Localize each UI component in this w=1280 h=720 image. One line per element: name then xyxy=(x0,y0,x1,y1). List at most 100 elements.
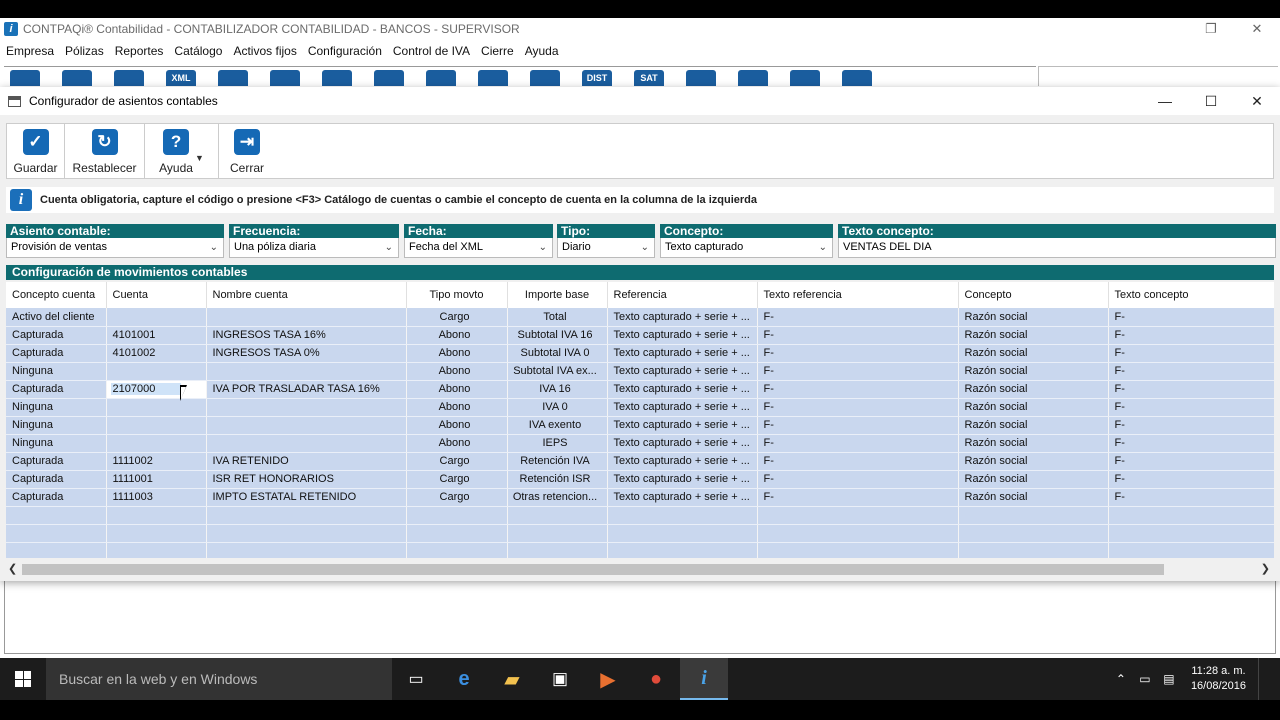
table-cell[interactable]: Ninguna xyxy=(6,398,107,417)
table-cell[interactable]: Abono xyxy=(406,434,508,453)
menu-control-de-iva[interactable]: Control de IVA xyxy=(393,44,476,58)
contpaqi-taskbar-icon[interactable]: i xyxy=(680,658,728,700)
table-cell[interactable]: F- xyxy=(757,416,959,435)
table-row[interactable]: Ninguna Abono IEPS Texto capturado + serie … xyxy=(6,434,1274,453)
table-cell[interactable]: Retención ISR xyxy=(507,470,608,489)
task-view-icon[interactable]: ▭ xyxy=(392,658,440,700)
taskbar-search[interactable]: Buscar en la web y en Windows xyxy=(46,658,392,700)
table-cell[interactable]: Total xyxy=(507,308,608,327)
table-cell[interactable]: Texto capturado + serie + ... xyxy=(607,380,758,399)
table-cell[interactable]: Texto capturado + serie + ... xyxy=(607,470,758,489)
table-cell[interactable]: Cargo xyxy=(406,470,508,489)
table-cell[interactable]: F- xyxy=(757,362,959,381)
table-cell[interactable]: F- xyxy=(1108,470,1274,489)
table-cell[interactable]: F- xyxy=(757,308,959,327)
table-cell[interactable]: IVA RETENIDO xyxy=(206,452,407,471)
table-cell[interactable]: F- xyxy=(757,434,959,453)
maximize-button[interactable]: ☐ xyxy=(1188,93,1234,110)
table-cell[interactable]: Texto capturado + serie + ... xyxy=(607,398,758,417)
edge-icon[interactable]: e xyxy=(440,658,488,700)
table-cell[interactable]: Otras retencion... xyxy=(507,488,608,507)
asiento-select[interactable]: Provisión de ventas ⌄ xyxy=(6,238,224,258)
cerrar-button[interactable]: ⇥ Cerrar xyxy=(219,124,275,178)
table-cell[interactable]: Texto capturado + serie + ... xyxy=(607,326,758,345)
column-header[interactable]: Texto concepto xyxy=(1108,282,1274,308)
guardar-button[interactable]: ✓ Guardar xyxy=(7,124,65,178)
table-cell[interactable]: F- xyxy=(757,398,959,417)
table-cell[interactable]: Cargo xyxy=(406,452,508,471)
table-cell[interactable] xyxy=(757,524,959,543)
home-icon[interactable] xyxy=(10,70,40,86)
chevron-down-icon[interactable]: ▼ xyxy=(195,153,204,163)
table-cell[interactable]: ISR RET HONORARIOS xyxy=(206,470,407,489)
table-cell[interactable]: Abono xyxy=(406,344,508,363)
table-cell[interactable]: Ninguna xyxy=(6,362,107,381)
table-cell[interactable]: F- xyxy=(1108,434,1274,453)
table-cell[interactable] xyxy=(406,542,508,558)
store-icon[interactable]: ▣ xyxy=(536,658,584,700)
frecuencia-select[interactable]: Una póliza diaria ⌄ xyxy=(229,238,399,258)
table-row[interactable]: Capturada 4101001 INGRESOS TASA 16% Abono Su… xyxy=(6,326,1274,345)
menu-configuraci-n[interactable]: Configuración xyxy=(308,44,388,58)
table-cell[interactable]: Razón social xyxy=(958,380,1109,399)
notifications-icon[interactable]: ▤ xyxy=(1157,672,1181,686)
table-cell[interactable]: Texto capturado + serie + ... xyxy=(607,488,758,507)
table-cell[interactable]: Ninguna xyxy=(6,434,107,453)
table-cell[interactable]: F- xyxy=(1108,344,1274,363)
table-cell[interactable] xyxy=(507,524,608,543)
table-cell[interactable] xyxy=(958,506,1109,525)
battery-icon[interactable]: ▭ xyxy=(1133,672,1157,686)
chevron-up-icon[interactable]: ⌃ xyxy=(1109,672,1133,686)
table-cell[interactable] xyxy=(6,506,107,525)
table-cell[interactable] xyxy=(507,506,608,525)
table-cell[interactable]: Texto capturado + serie + ... xyxy=(607,362,758,381)
table-cell[interactable] xyxy=(206,506,407,525)
table-cell[interactable]: F- xyxy=(1108,488,1274,507)
table-cell[interactable] xyxy=(607,506,758,525)
scrollbar-thumb[interactable] xyxy=(22,564,1164,575)
form-icon[interactable] xyxy=(270,70,300,86)
table-cell[interactable] xyxy=(106,434,207,453)
column-header[interactable]: Nombre cuenta xyxy=(206,282,407,308)
column-header[interactable]: Concepto xyxy=(958,282,1109,308)
export-icon[interactable] xyxy=(738,70,768,86)
tipo-select[interactable]: Diario ⌄ xyxy=(557,238,655,258)
table-cell[interactable] xyxy=(757,542,959,558)
empty-row[interactable] xyxy=(6,524,1274,543)
horizontal-scrollbar[interactable]: ❮ ❯ xyxy=(6,561,1274,577)
table-cell[interactable]: Capturada xyxy=(6,470,107,489)
table-cell[interactable] xyxy=(6,524,107,543)
table-cell[interactable]: Abono xyxy=(406,416,508,435)
table-cell[interactable] xyxy=(106,506,207,525)
table-cell[interactable]: Subtotal IVA ex... xyxy=(507,362,608,381)
file-explorer-icon[interactable]: ▰ xyxy=(488,658,536,700)
table-cell[interactable]: Razón social xyxy=(958,452,1109,471)
table-cell[interactable] xyxy=(106,308,207,327)
table-cell[interactable]: Abono xyxy=(406,380,508,399)
table-cell[interactable]: 1111002 xyxy=(106,452,207,471)
print-icon[interactable] xyxy=(478,70,508,86)
table-cell[interactable]: Capturada xyxy=(6,452,107,471)
table-cell[interactable] xyxy=(6,542,107,558)
restablecer-button[interactable]: ↻ Restablecer xyxy=(65,124,145,178)
table-cell[interactable]: F- xyxy=(757,344,959,363)
table-row[interactable]: Ninguna Abono IVA 0 Texto capturado + serie… xyxy=(6,398,1274,417)
table-cell[interactable] xyxy=(106,416,207,435)
table-row[interactable]: Capturada 2107000 IVA POR TRASLADAR TASA 1… xyxy=(6,380,1274,399)
table-cell[interactable]: IVA exento xyxy=(507,416,608,435)
table-cell[interactable] xyxy=(206,416,407,435)
concepto-select[interactable]: Texto capturado ⌄ xyxy=(660,238,833,258)
table-cell[interactable] xyxy=(1108,506,1274,525)
table-cell[interactable] xyxy=(106,362,207,381)
table-cell[interactable] xyxy=(206,524,407,543)
table-cell[interactable]: Capturada xyxy=(6,344,107,363)
table-cell[interactable] xyxy=(1108,524,1274,543)
table-cell[interactable]: Texto capturado + serie + ... xyxy=(607,308,758,327)
table-cell[interactable]: F- xyxy=(1108,362,1274,381)
table-cell[interactable]: IVA POR TRASLADAR TASA 16% xyxy=(206,380,407,399)
table-cell[interactable]: IVA 16 xyxy=(507,380,608,399)
document-icon[interactable] xyxy=(114,70,144,86)
column-header[interactable]: Cuenta xyxy=(106,282,207,308)
menu-cat-logo[interactable]: Catálogo xyxy=(174,44,228,58)
table-cell[interactable]: 4101001 xyxy=(106,326,207,345)
